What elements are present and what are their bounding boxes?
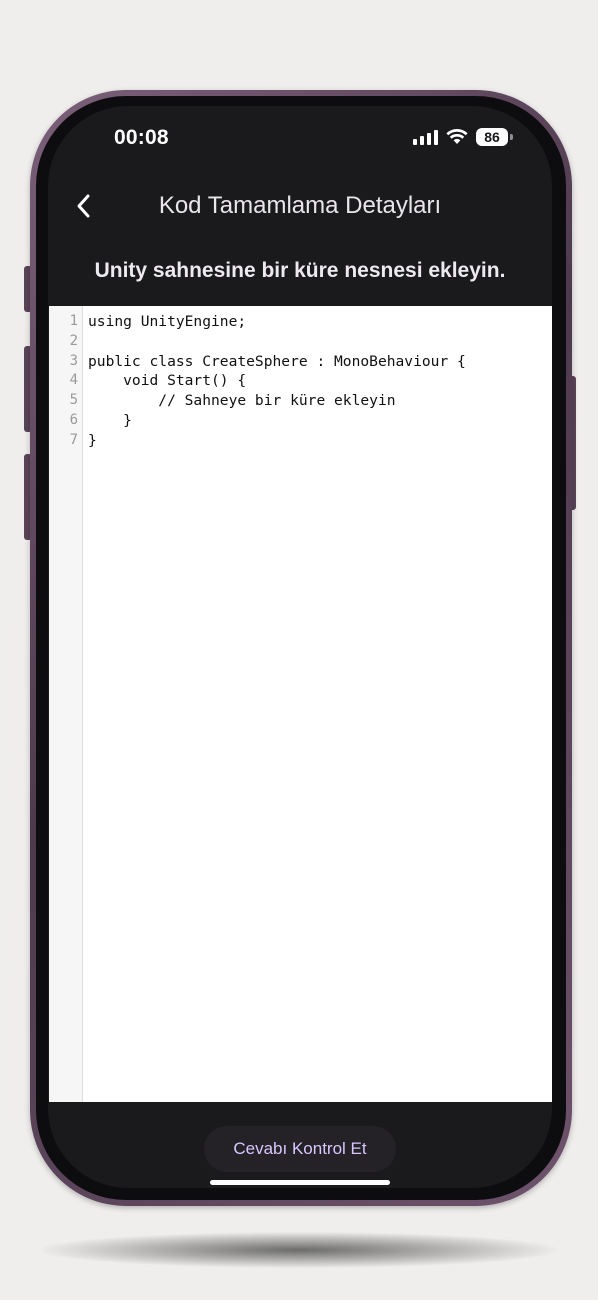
line-number: 4	[69, 372, 78, 389]
home-indicator[interactable]	[210, 1180, 390, 1185]
line-number: 2	[69, 332, 78, 349]
code-line[interactable]: using UnityEngine;	[88, 312, 552, 332]
battery-level: 86	[484, 129, 500, 145]
code-line[interactable]: public class CreateSphere : MonoBehaviou…	[88, 352, 552, 372]
page-title: Kod Tamamlama Detayları	[158, 192, 442, 219]
status-icons: 86	[413, 128, 513, 146]
task-heading: Unity sahnesine bir küre nesnesi ekleyin…	[94, 259, 506, 282]
check-answer-button[interactable]: Cevabı Kontrol Et	[204, 1126, 396, 1172]
code-text-area[interactable]: using UnityEngine; public class CreateSp…	[83, 306, 552, 1102]
stage: 00:08 86 Kod Tamamlama Detayları Unity s…	[0, 0, 598, 1300]
wifi-icon	[446, 129, 468, 144]
phone-screen: 00:08 86 Kod Tamamlama Detayları Unity s…	[48, 106, 552, 1188]
line-number: 1	[69, 313, 78, 329]
line-number: 5	[69, 392, 78, 409]
line-number: 7	[69, 431, 78, 448]
code-line[interactable]: }	[88, 411, 552, 431]
code-line[interactable]	[88, 332, 552, 352]
code-line[interactable]: }	[88, 431, 552, 451]
line-number: 3	[69, 352, 78, 369]
line-number: 6	[69, 411, 78, 428]
signal-icon	[413, 129, 438, 145]
code-line[interactable]: void Start() {	[88, 371, 552, 391]
status-time: 00:08	[114, 126, 169, 149]
phone-shadow	[40, 1232, 558, 1268]
code-editor[interactable]: 1 2 3 4 5 6 7 using UnityEngine; public …	[49, 306, 552, 1102]
battery-icon: 86	[476, 128, 513, 146]
code-line[interactable]: // Sahneye bir küre ekleyin	[88, 391, 552, 411]
line-number-gutter: 1 2 3 4 5 6 7	[49, 306, 83, 1102]
